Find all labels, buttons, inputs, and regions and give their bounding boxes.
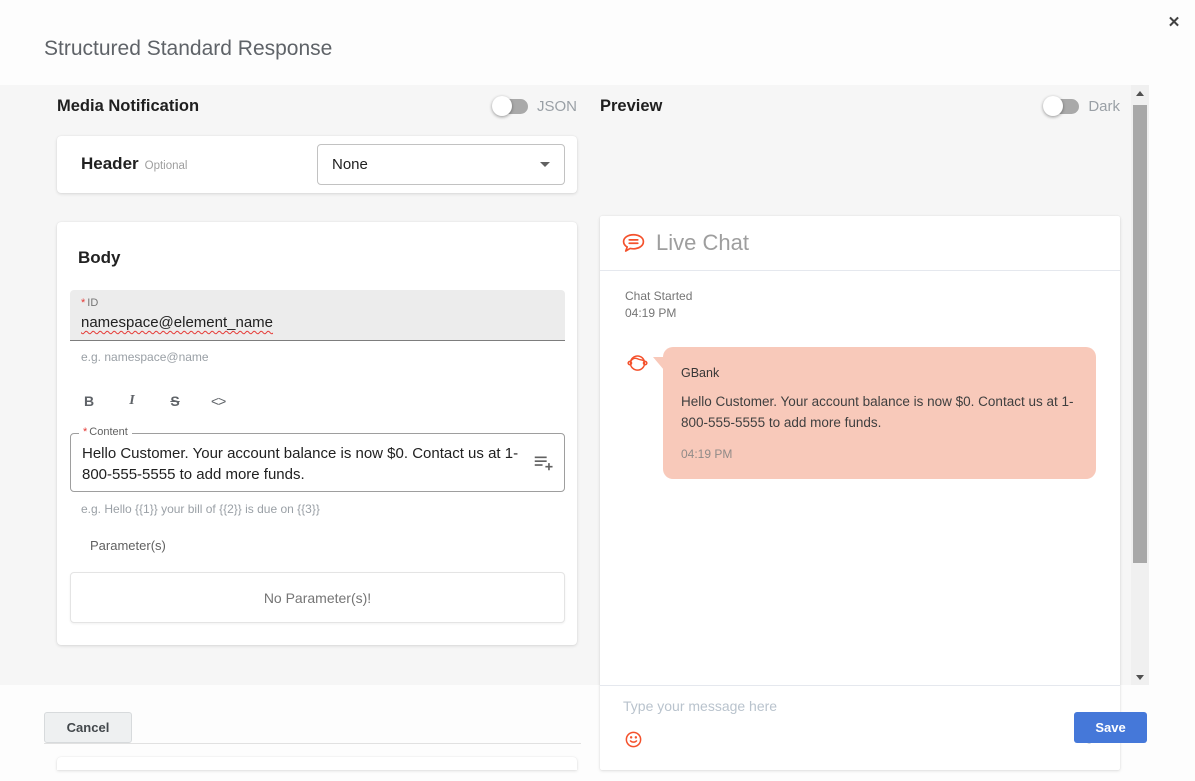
body-section-title: Body	[78, 248, 121, 268]
format-toolbar: B I S <>	[82, 393, 225, 409]
chat-preview-widget: Live Chat Chat Started 04:19 PM GBank He…	[600, 216, 1120, 770]
bubble-tail	[653, 357, 664, 370]
body-card: Body *ID namespace@element_name e.g. nam…	[57, 222, 577, 645]
parameters-label: Parameter(s)	[90, 538, 166, 553]
message-text: Hello Customer. Your account balance is …	[681, 391, 1079, 433]
header-type-select[interactable]: None	[317, 144, 565, 185]
message-time: 04:19 PM	[681, 447, 732, 461]
editor-section-title: Media Notification	[57, 97, 494, 116]
code-icon[interactable]: <>	[211, 393, 225, 409]
chat-input-zone	[600, 685, 1120, 770]
close-icon[interactable]: ✕	[1162, 10, 1186, 34]
scrollbar-down-button[interactable]	[1131, 669, 1149, 685]
scrollbar-thumb[interactable]	[1133, 105, 1147, 563]
next-section-card-partial	[57, 757, 577, 770]
header-optional-label: Optional	[145, 160, 188, 172]
parameters-empty-box: No Parameter(s)!	[70, 572, 565, 623]
chat-started-label: Chat Started	[625, 288, 692, 305]
id-field-hint: e.g. namespace@name	[81, 350, 209, 364]
id-field[interactable]: *ID namespace@element_name	[70, 290, 565, 341]
json-toggle-label: JSON	[537, 98, 577, 115]
chat-title: Live Chat	[656, 230, 749, 256]
content-field-value[interactable]: Hello Customer. Your account balance is …	[82, 443, 522, 485]
editor-header-row: Media Notification JSON	[57, 97, 577, 116]
caret-down-icon	[540, 162, 550, 167]
dark-toggle[interactable]	[1045, 99, 1079, 114]
content-field-hint: e.g. Hello {{1}} your bill of {{2}} is d…	[81, 502, 320, 516]
dialog-content-area: Media Notification JSON Header Optional N…	[0, 85, 1131, 685]
id-field-label: *ID	[81, 297, 98, 309]
dark-toggle-label: Dark	[1088, 98, 1120, 115]
bold-icon[interactable]: B	[82, 393, 96, 409]
content-field[interactable]: *Content Hello Customer. Your account ba…	[70, 433, 565, 492]
playlist-add-icon[interactable]	[532, 451, 554, 473]
save-button[interactable]: Save	[1074, 712, 1147, 743]
message-sender: GBank	[681, 366, 719, 380]
emoji-icon[interactable]	[624, 730, 643, 749]
header-label-row: Header Optional	[81, 154, 187, 174]
id-field-value[interactable]: namespace@element_name	[81, 314, 273, 331]
page-title: Structured Standard Response	[44, 37, 332, 61]
section-divider	[44, 743, 581, 744]
dark-toggle-knob	[1043, 96, 1063, 116]
speech-bubble-icon	[620, 230, 647, 257]
parameters-empty-text: No Parameter(s)!	[264, 590, 371, 606]
cancel-button[interactable]: Cancel	[44, 712, 132, 743]
triangle-down-icon	[1136, 675, 1144, 680]
required-asterisk: *	[83, 426, 87, 438]
strikethrough-icon[interactable]: S	[168, 393, 182, 409]
vertical-scrollbar[interactable]	[1131, 85, 1149, 685]
chat-header: Live Chat	[600, 216, 1120, 271]
content-field-label: *Content	[79, 426, 132, 438]
json-toggle-group: JSON	[494, 98, 577, 115]
json-toggle-knob	[492, 96, 512, 116]
scrollbar-up-button[interactable]	[1131, 85, 1149, 101]
header-label: Header	[81, 154, 139, 173]
header-card: Header Optional None	[57, 136, 577, 193]
agent-avatar-icon	[624, 349, 651, 376]
italic-icon[interactable]: I	[125, 393, 139, 409]
chat-message-bubble: GBank Hello Customer. Your account balan…	[663, 347, 1096, 479]
chat-status: Chat Started 04:19 PM	[625, 288, 692, 322]
chat-message-input[interactable]	[623, 698, 1003, 714]
preview-header-row: Preview Dark	[600, 97, 1120, 116]
chat-started-time: 04:19 PM	[625, 305, 692, 322]
preview-section-title: Preview	[600, 97, 1045, 116]
triangle-up-icon	[1136, 91, 1144, 96]
required-asterisk: *	[81, 297, 85, 309]
dark-toggle-group: Dark	[1045, 98, 1120, 115]
json-toggle[interactable]	[494, 99, 528, 114]
header-type-select-value: None	[332, 156, 540, 173]
